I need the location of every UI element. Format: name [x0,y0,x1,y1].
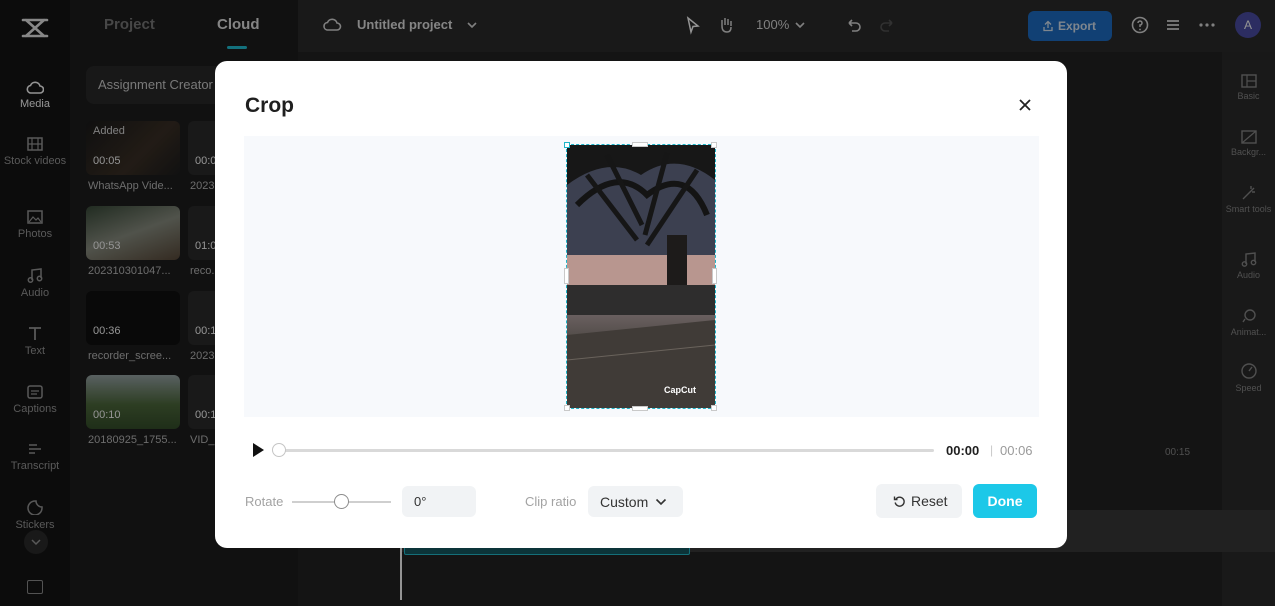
crop-handle-corner[interactable] [711,405,717,411]
rotate-slider-knob[interactable] [334,494,349,509]
crop-frame[interactable] [566,144,716,409]
clip-ratio-label: Clip ratio [525,494,577,509]
close-icon[interactable] [1016,96,1034,114]
crop-dialog: Crop CapCut 00:00 | 00:06 Rotate 0° Clip… [215,61,1067,548]
reset-button[interactable]: Reset [876,484,962,518]
crop-handle-top[interactable] [632,142,648,147]
dialog-title: Crop [245,94,294,117]
crop-handle-corner[interactable] [564,142,570,148]
chevron-down-icon [655,498,667,506]
crop-handle-right[interactable] [712,268,717,284]
reset-icon [893,496,905,507]
crop-handle-corner[interactable] [564,405,570,411]
crop-handle-bottom[interactable] [632,406,648,411]
current-time: 00:00 [946,443,980,458]
total-time: 00:06 [1000,443,1033,458]
rotate-label: Rotate [245,494,284,509]
play-icon[interactable] [251,442,265,458]
clip-ratio-select[interactable]: Custom [588,486,683,517]
time-separator: | [990,443,994,457]
done-button[interactable]: Done [973,484,1037,518]
reset-label: Reset [911,493,948,509]
playback-scrubber[interactable] [278,449,934,452]
capcut-watermark: CapCut [664,385,696,395]
crop-handle-corner[interactable] [711,142,717,148]
scrubber-knob[interactable] [272,443,286,457]
rotate-input[interactable] [402,486,476,517]
clip-ratio-value: Custom [600,494,649,510]
crop-handle-left[interactable] [564,268,569,284]
